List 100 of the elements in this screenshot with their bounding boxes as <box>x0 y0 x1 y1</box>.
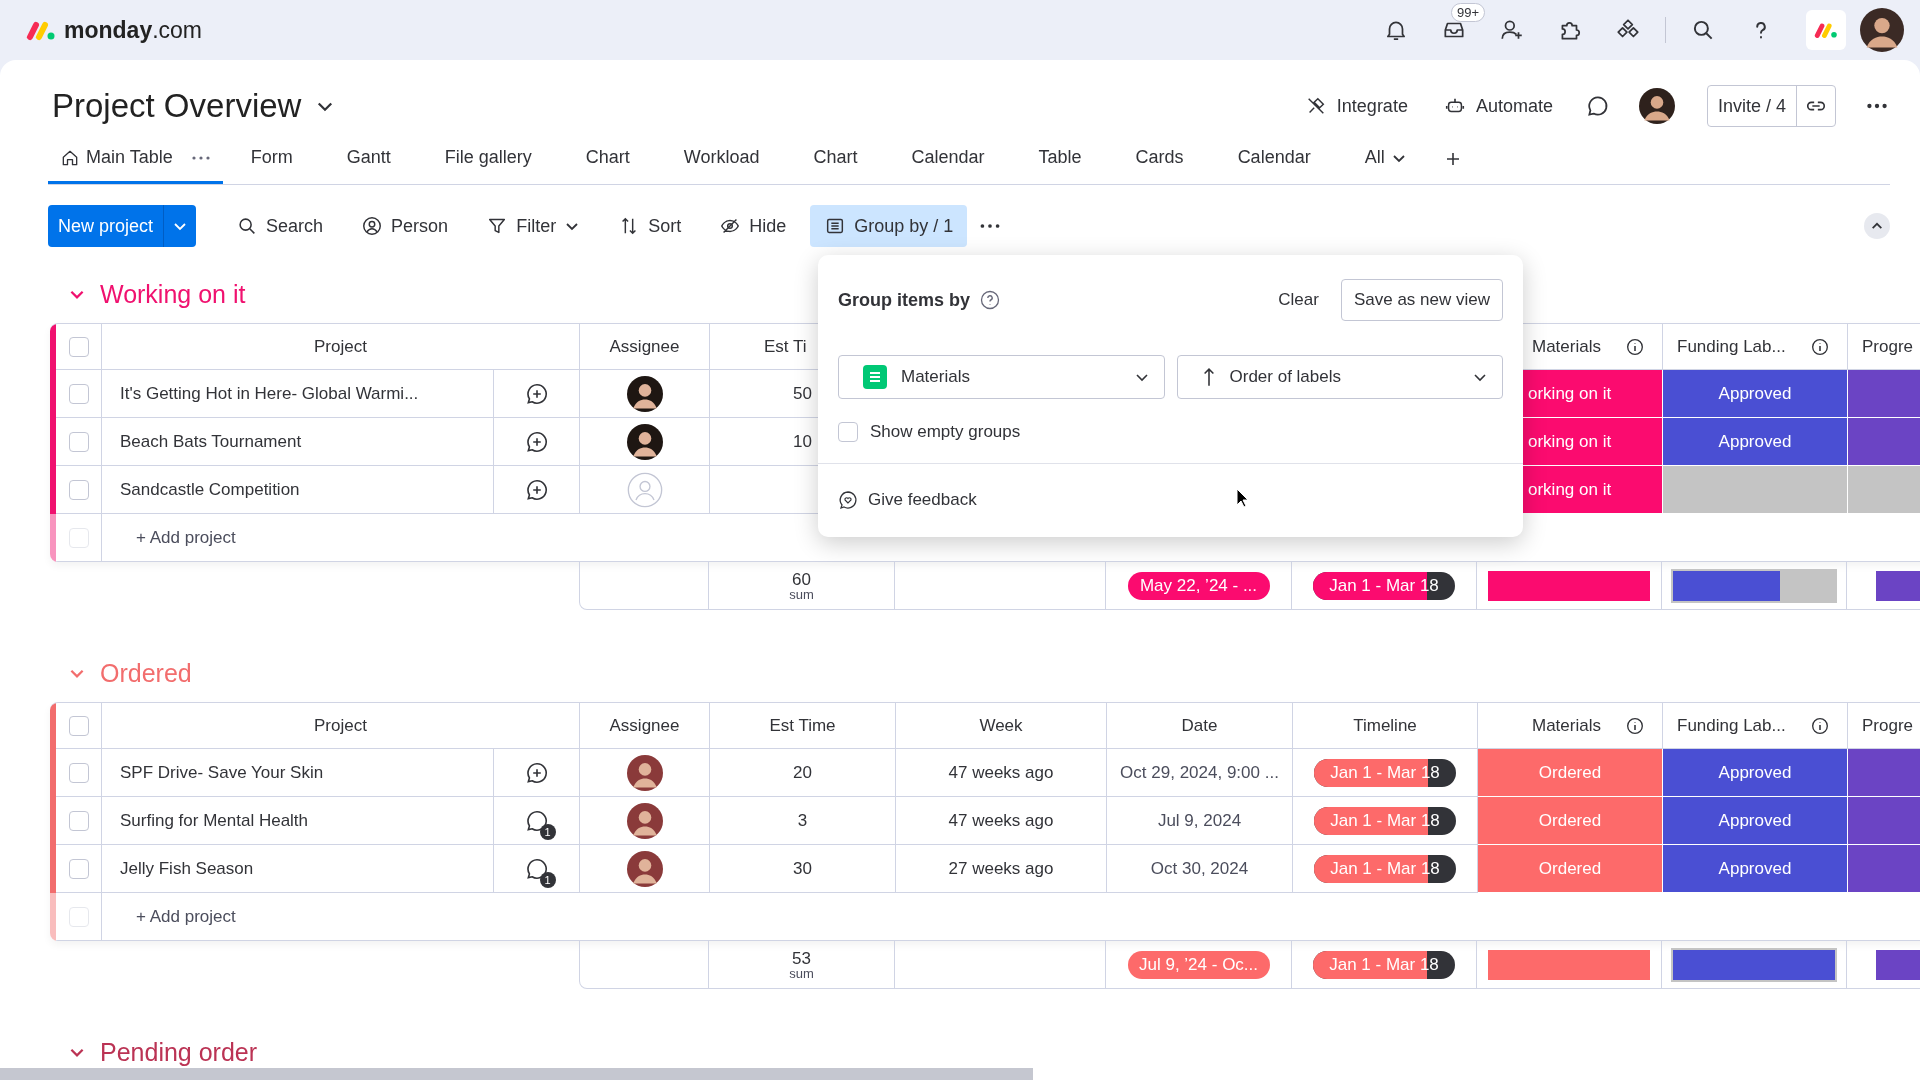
column-header: Materials <box>1532 336 1601 357</box>
integrate-button[interactable]: Integrate <box>1300 89 1412 123</box>
views-dropdown[interactable]: All <box>1338 134 1433 184</box>
number-value: 50 <box>793 383 812 404</box>
view-tab[interactable]: Calendar <box>885 134 1011 184</box>
item-name[interactable]: Sandcastle Competition <box>120 479 300 500</box>
sort-button[interactable]: Sort <box>604 205 696 247</box>
status-label[interactable]: Approved <box>1663 797 1848 845</box>
checkbox[interactable] <box>68 383 89 404</box>
column-header: Date <box>1181 715 1218 736</box>
item-name[interactable]: It's Getting Hot in Here- Global Warmi... <box>120 383 419 404</box>
sum-value: 53 <box>792 949 811 967</box>
brand-name: monday.com <box>64 16 203 44</box>
group-button[interactable]: Group by / 1 <box>810 205 968 247</box>
sum-label: sum <box>789 587 814 601</box>
checkbox[interactable] <box>68 858 89 879</box>
add-view-icon[interactable] <box>1444 151 1461 167</box>
view-tab[interactable]: Chart <box>787 134 884 184</box>
date-range-pill: Jul 9, ’24 - Oc... <box>1127 950 1270 979</box>
number-value: 20 <box>793 762 812 783</box>
feedback-icon[interactable] <box>838 490 858 510</box>
date-value: Jul 9, 2024 <box>1157 810 1242 831</box>
checkbox[interactable] <box>68 715 89 736</box>
column-header: Assignee <box>609 336 680 357</box>
checkbox[interactable] <box>68 336 89 357</box>
avatar[interactable] <box>626 754 663 791</box>
search-button[interactable]: Search <box>222 205 338 247</box>
sum-value: 60 <box>792 570 811 588</box>
view-tab[interactable]: Workload <box>657 134 786 184</box>
column-header: Est Time <box>769 715 836 736</box>
column-header: Funding Lab... <box>1677 715 1786 736</box>
avatar[interactable] <box>626 802 663 839</box>
clear-button[interactable]: Clear <box>1266 290 1331 310</box>
column-header: Funding Lab... <box>1677 336 1786 357</box>
week-value: 47 weeks ago <box>948 762 1054 783</box>
avatar[interactable] <box>626 423 663 460</box>
save-view-button[interactable]: Save as new view <box>1340 279 1503 321</box>
avatar[interactable] <box>626 375 663 412</box>
week-value: 27 weeks ago <box>948 858 1054 879</box>
item-name[interactable]: Jelly Fish Season <box>120 858 254 879</box>
item-name[interactable]: Beach Bats Tournament <box>120 431 302 452</box>
checkbox[interactable] <box>838 422 858 442</box>
checkbox-label: Show empty groups <box>870 422 1021 442</box>
view-tab[interactable]: File gallery <box>418 134 558 184</box>
number-value: 10 <box>793 431 812 452</box>
logo-icon <box>26 19 56 41</box>
update-count: 1 <box>539 871 556 888</box>
info-icon[interactable] <box>1626 337 1644 356</box>
avatar[interactable] <box>1638 88 1675 124</box>
item-name[interactable]: SPF Drive- Save Your Skin <box>120 762 324 783</box>
view-tab[interactable]: Main Table <box>48 134 223 184</box>
sum-label: sum <box>789 966 814 980</box>
person-button[interactable]: Person <box>347 205 463 247</box>
number-value: 30 <box>793 858 812 879</box>
column-header: Timeline <box>1353 715 1417 736</box>
info-icon[interactable] <box>1626 716 1644 735</box>
view-tab[interactable]: Calendar <box>1211 134 1337 184</box>
add-item-link[interactable]: + Add project <box>136 906 236 927</box>
popover-title: Group items by <box>838 289 971 311</box>
column-header: Progre <box>1862 715 1914 736</box>
info-icon[interactable] <box>1811 716 1829 735</box>
info-icon[interactable] <box>1811 337 1829 356</box>
status-label[interactable]: Approved <box>1663 749 1848 797</box>
date-value: Oct 29, 2024, 9:00 ... <box>1120 762 1279 783</box>
status-label[interactable]: Approved <box>1663 845 1848 893</box>
week-value: 47 weeks ago <box>948 810 1054 831</box>
avatar[interactable] <box>1860 8 1904 52</box>
collapse-icon[interactable] <box>1864 213 1890 239</box>
checkbox[interactable] <box>68 479 89 500</box>
scrollbar[interactable] <box>0 1068 1033 1080</box>
view-tab[interactable]: Form <box>224 134 319 184</box>
avatar[interactable] <box>626 850 663 887</box>
sort-order-dropdown[interactable]: Order of labels <box>1176 355 1503 399</box>
help-icon[interactable] <box>980 290 1001 310</box>
view-tab[interactable]: Chart <box>559 134 656 184</box>
item-name[interactable]: Surfing for Mental Health <box>120 810 309 831</box>
column-header: Materials <box>1532 715 1601 736</box>
group-field-dropdown[interactable]: Materials <box>838 355 1165 399</box>
board-title: Project Overview <box>52 87 302 125</box>
workspace-logo-icon[interactable] <box>1806 10 1846 50</box>
group-title[interactable]: Pending order <box>100 1037 258 1067</box>
view-tab[interactable]: Gantt <box>320 134 417 184</box>
group-title[interactable]: Working on it <box>100 279 246 309</box>
give-feedback-link[interactable]: Give feedback <box>868 490 977 510</box>
view-tab[interactable]: Cards <box>1109 134 1210 184</box>
checkbox[interactable] <box>68 762 89 783</box>
checkbox[interactable] <box>68 431 89 452</box>
add-item-link[interactable]: + Add project <box>136 527 236 548</box>
view-tab[interactable]: Table <box>1012 134 1108 184</box>
update-count: 1 <box>539 823 556 840</box>
hide-button[interactable]: Hide <box>705 205 801 247</box>
notification-badge: 99+ <box>1451 3 1486 22</box>
person-icon <box>361 215 384 237</box>
checkbox[interactable] <box>68 810 89 831</box>
status-label[interactable]: Approved <box>1663 418 1848 466</box>
filter-button[interactable]: Filter <box>472 205 595 247</box>
automate-button[interactable]: Automate <box>1439 89 1557 123</box>
more-icon[interactable] <box>190 154 211 161</box>
column-header: Est Ti <box>764 336 807 357</box>
status-label[interactable]: Approved <box>1663 370 1848 418</box>
